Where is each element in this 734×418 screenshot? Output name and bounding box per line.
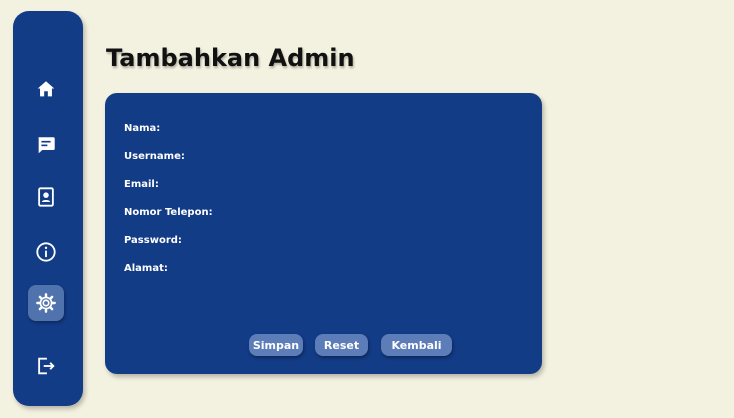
address-label: Alamat: bbox=[124, 262, 168, 274]
field-email-row: Email: bbox=[124, 177, 403, 191]
username-label: Username: bbox=[124, 150, 185, 162]
back-button[interactable]: Kembali bbox=[381, 334, 452, 356]
password-label: Password: bbox=[124, 234, 182, 246]
home-icon bbox=[37, 81, 55, 97]
field-password-row: Password: bbox=[124, 233, 426, 247]
field-phone-row: Nomor Telepon: bbox=[124, 205, 457, 219]
phone-label: Nomor Telepon: bbox=[124, 206, 213, 218]
gear-icon bbox=[36, 293, 56, 313]
add-admin-form: Nama: Username: Email: Nomor Telepon: Pa… bbox=[105, 93, 542, 374]
name-label: Nama: bbox=[124, 122, 161, 134]
save-button[interactable]: Simpan bbox=[249, 334, 303, 356]
page-title: Tambahkan Admin bbox=[106, 44, 355, 72]
password-input[interactable] bbox=[185, 234, 426, 246]
nav-settings-button[interactable] bbox=[28, 285, 64, 321]
logout-icon bbox=[38, 357, 55, 375]
field-address-row: Alamat: bbox=[124, 261, 412, 275]
field-name-row: Nama: bbox=[124, 121, 405, 135]
nav-logout-button[interactable] bbox=[28, 348, 64, 384]
name-input[interactable] bbox=[164, 122, 405, 134]
nav-messages-button[interactable] bbox=[28, 127, 64, 163]
username-input[interactable] bbox=[188, 150, 429, 162]
nav-info-button[interactable] bbox=[28, 234, 64, 270]
email-input[interactable] bbox=[162, 178, 403, 190]
field-username-row: Username: bbox=[124, 149, 429, 163]
nav-contacts-button[interactable] bbox=[28, 179, 64, 215]
sidebar bbox=[13, 11, 83, 406]
contact-book-icon bbox=[38, 187, 54, 207]
phone-input[interactable] bbox=[216, 206, 457, 218]
email-label: Email: bbox=[124, 178, 159, 190]
reset-button[interactable]: Reset bbox=[315, 334, 368, 356]
address-input[interactable] bbox=[171, 262, 412, 274]
info-icon bbox=[36, 242, 56, 262]
chat-icon bbox=[38, 137, 55, 154]
nav-home-button[interactable] bbox=[28, 71, 64, 107]
